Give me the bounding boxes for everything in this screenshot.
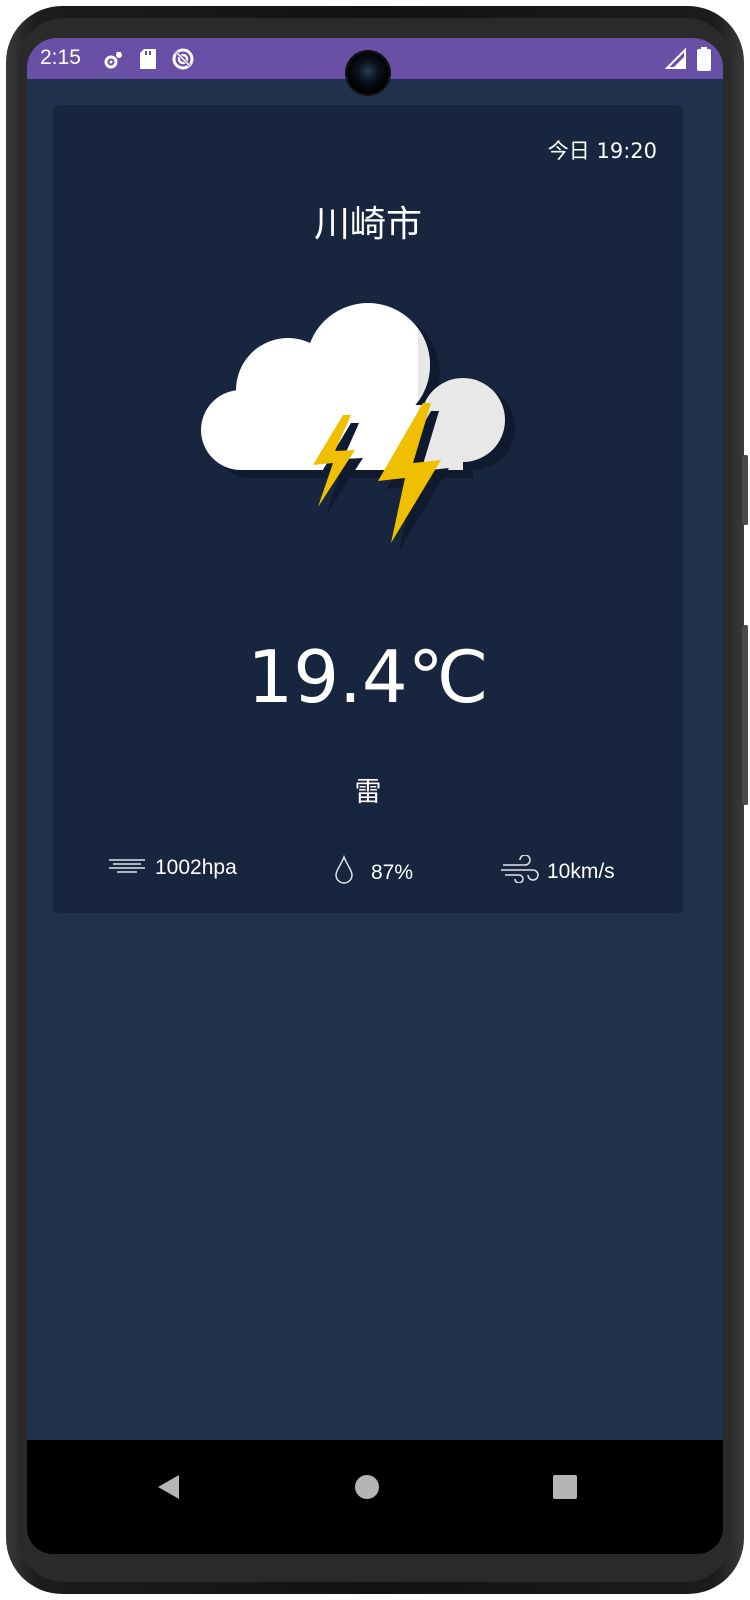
status-icons-right xyxy=(664,47,711,75)
wind-stat: 10km/s xyxy=(499,854,615,889)
datetime: 今日 19:20 xyxy=(547,139,657,163)
home-icon xyxy=(355,1475,379,1499)
sd-card-icon xyxy=(139,48,157,74)
temperature: 19.4℃ xyxy=(247,635,489,719)
volume-button xyxy=(742,455,748,525)
city-name: 川崎市 xyxy=(313,204,422,245)
sync-icon xyxy=(171,47,195,75)
screen: 2:15 今日 19:20 川崎市 19.4℃ 雷 1002hpa 87% 10… xyxy=(27,38,723,1554)
weather-condition: 雷 xyxy=(354,777,382,808)
wind-value: 10km/s xyxy=(547,860,615,883)
thunderstorm-icon xyxy=(193,295,543,585)
humidity-value: 87% xyxy=(371,861,414,884)
status-icons-left xyxy=(103,47,195,75)
wind-icon xyxy=(499,854,539,889)
weather-stats: 1002hpa 87% 10km/s xyxy=(53,854,683,891)
back-button[interactable] xyxy=(145,1464,191,1510)
back-icon xyxy=(158,1475,179,1499)
weather-card: 今日 19:20 川崎市 19.4℃ 雷 1002hpa 87% 10km/s xyxy=(53,105,683,913)
water-drop-icon xyxy=(333,854,355,891)
signal-icon xyxy=(664,47,687,74)
recents-button[interactable] xyxy=(542,1464,588,1510)
navigation-bar xyxy=(27,1440,723,1554)
humidity-stat: 87% xyxy=(333,854,414,891)
status-time: 2:15 xyxy=(40,46,81,69)
pressure-icon xyxy=(107,855,147,881)
recents-icon xyxy=(553,1475,577,1499)
pressure-stat: 1002hpa xyxy=(107,855,237,881)
phone-frame: 2:15 今日 19:20 川崎市 19.4℃ 雷 1002hpa 87% 10… xyxy=(0,0,750,1600)
power-button xyxy=(742,625,748,805)
pressure-value: 1002hpa xyxy=(155,856,237,879)
front-camera xyxy=(347,52,389,94)
battery-icon xyxy=(697,47,711,75)
settings-icon xyxy=(103,48,125,74)
home-button[interactable] xyxy=(344,1464,390,1510)
